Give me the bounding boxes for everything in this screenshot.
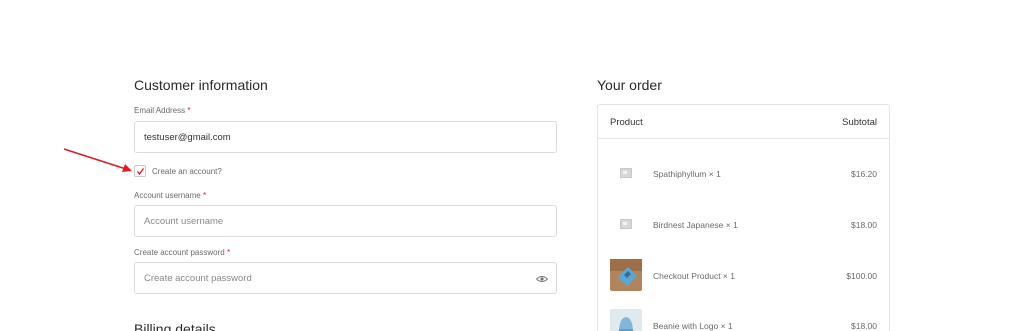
password-label: Create account password * — [134, 248, 230, 257]
create-account-checkbox[interactable] — [134, 165, 146, 177]
username-field[interactable]: Account username — [134, 205, 557, 237]
create-account-label[interactable]: Create an account? — [152, 167, 222, 176]
eye-icon[interactable] — [536, 275, 548, 283]
order-item: Spathiphyllum × 1 $16.20 — [598, 157, 889, 191]
username-label-text: Account username — [134, 191, 201, 200]
create-account-row[interactable]: Create an account? — [134, 165, 222, 177]
your-order-title: Your order — [597, 77, 662, 93]
email-label-text: Email Address — [134, 106, 186, 115]
placeholder-image-icon — [610, 208, 642, 240]
order-item: Checkout Product × 1 $100.00 — [598, 259, 889, 293]
order-item-name: Birdnest Japanese × 1 — [653, 220, 738, 230]
checkmark-icon — [136, 167, 144, 175]
order-item: Birdnest Japanese × 1 $18.00 — [598, 208, 889, 242]
product-photo-blue-box — [610, 259, 642, 291]
email-field-value: testuser@gmail.com — [144, 131, 231, 143]
column-product: Product — [610, 117, 643, 128]
order-item: Beanie with Logo × 1 $18.00 — [598, 309, 889, 331]
placeholder-image-icon — [610, 157, 642, 189]
order-item-name: Beanie with Logo × 1 — [653, 321, 733, 331]
password-placeholder: Create account password — [144, 272, 252, 284]
order-item-name: Checkout Product × 1 — [653, 271, 735, 281]
billing-details-title: Billing details — [134, 321, 216, 331]
customer-information-title: Customer information — [134, 77, 268, 93]
annotation-arrow — [63, 148, 132, 172]
order-item-price: $18.00 — [851, 321, 877, 331]
order-item-price: $18.00 — [851, 220, 877, 230]
username-placeholder: Account username — [144, 215, 224, 227]
password-label-text: Create account password — [134, 248, 225, 257]
order-item-price: $100.00 — [846, 271, 877, 281]
password-field[interactable]: Create account password — [134, 262, 557, 294]
order-table: Product Subtotal Spathiphyllum × 1 $16.2… — [597, 104, 890, 331]
column-subtotal: Subtotal — [842, 117, 877, 128]
username-label: Account username * — [134, 191, 206, 200]
product-photo-beanie — [610, 309, 642, 331]
order-item-name: Spathiphyllum × 1 — [653, 169, 721, 179]
required-marker: * — [187, 106, 191, 115]
order-item-price: $16.20 — [851, 169, 877, 179]
required-marker: * — [226, 248, 231, 257]
email-field[interactable]: testuser@gmail.com — [134, 121, 557, 153]
email-label: Email Address * — [134, 106, 191, 115]
required-marker: * — [202, 191, 207, 200]
order-table-header: Product Subtotal — [598, 105, 889, 139]
